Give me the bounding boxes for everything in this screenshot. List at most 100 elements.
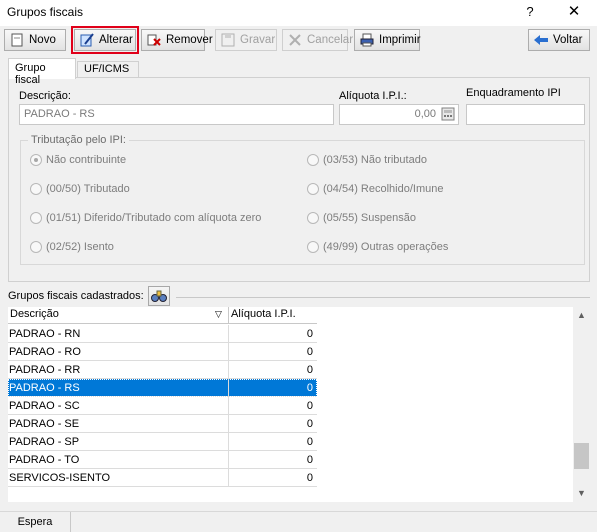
- descricao-field[interactable]: PADRAO - RS: [19, 104, 334, 125]
- radio-label: (03/53) Não tributado: [323, 154, 427, 166]
- lookup-button[interactable]: [148, 286, 170, 306]
- cell-aliquota: 0: [306, 436, 313, 448]
- novo-button[interactable]: Novo: [4, 29, 66, 51]
- tributacao-title: Tributação pelo IPI:: [28, 134, 129, 146]
- title-bar: Grupos fiscais ? ✕: [0, 0, 597, 26]
- status-text: Espera: [0, 512, 71, 532]
- back-arrow-icon: [533, 32, 549, 48]
- radio-label: (49/99) Outras operações: [323, 241, 449, 253]
- alterar-button[interactable]: Alterar: [71, 26, 139, 54]
- cell-aliquota: 0: [306, 400, 313, 412]
- gravar-button[interactable]: Gravar: [215, 29, 277, 51]
- header-separator: [228, 307, 229, 324]
- close-button[interactable]: ✕: [565, 3, 583, 21]
- scroll-thumb[interactable]: [574, 443, 589, 469]
- remover-button[interactable]: Remover: [141, 29, 213, 51]
- table-row[interactable]: PADRAO - SE 0: [8, 415, 317, 433]
- imprimir-label: Imprimir: [379, 34, 421, 46]
- cell-descricao: PADRAO - RN: [9, 328, 81, 340]
- help-button[interactable]: ?: [521, 3, 539, 21]
- radio-circle: [30, 241, 42, 253]
- header-aliquota[interactable]: Alíquota I.P.I.: [231, 308, 296, 320]
- save-icon: [220, 32, 236, 48]
- vertical-scrollbar[interactable]: ▲ ▼: [573, 307, 590, 502]
- radio-circle: [307, 183, 319, 195]
- cell-aliquota: 0: [306, 382, 313, 394]
- alterar-label: Alterar: [99, 34, 133, 46]
- status-bar: Espera: [0, 511, 597, 532]
- cell-descricao: SERVICOS-ISENTO: [9, 472, 111, 484]
- grupos-grid[interactable]: Descrição ▽ Alíquota I.P.I. PADRAO - RN 0…: [8, 307, 573, 502]
- radio-recolhido-imune[interactable]: (04/54) Recolhido/Imune: [307, 183, 443, 195]
- radio-circle: [30, 154, 42, 166]
- radio-label: (05/55) Suspensão: [323, 212, 416, 224]
- scroll-up-icon[interactable]: ▲: [573, 307, 590, 324]
- radio-diferido[interactable]: (01/51) Diferido/Tributado com alíquota …: [30, 212, 261, 224]
- cancel-icon: [287, 32, 303, 48]
- printer-icon: [359, 32, 375, 48]
- cell-descricao: PADRAO - RR: [9, 364, 81, 376]
- voltar-button[interactable]: Voltar: [528, 29, 590, 51]
- radio-nao-tributado[interactable]: (03/53) Não tributado: [307, 154, 427, 166]
- radio-label: (00/50) Tributado: [46, 183, 130, 195]
- table-row[interactable]: PADRAO - RO 0: [8, 343, 317, 361]
- radio-tributado[interactable]: (00/50) Tributado: [30, 183, 130, 195]
- imprimir-button[interactable]: Imprimir: [354, 29, 421, 51]
- radio-suspensao[interactable]: (05/55) Suspensão: [307, 212, 416, 224]
- radio-label: (02/52) Isento: [46, 241, 114, 253]
- table-row[interactable]: SERVICOS-ISENTO 0: [8, 469, 317, 487]
- table-row[interactable]: PADRAO - RS 0: [8, 379, 317, 397]
- header-descricao[interactable]: Descrição: [10, 308, 59, 320]
- cell-descricao: PADRAO - SE: [9, 418, 80, 430]
- cell-descricao: PADRAO - RO: [9, 346, 81, 358]
- enquadramento-label: Enquadramento IPI: [466, 87, 561, 99]
- remove-icon: [146, 32, 162, 48]
- voltar-label: Voltar: [553, 34, 583, 46]
- remover-label: Remover: [166, 34, 213, 46]
- cell-descricao: PADRAO - SP: [9, 436, 80, 448]
- radio-nao-contribuinte[interactable]: Não contribuinte: [30, 154, 126, 166]
- cell-aliquota: 0: [306, 328, 313, 340]
- radio-label: Não contribuinte: [46, 154, 127, 166]
- edit-icon: [79, 32, 95, 48]
- cell-descricao: PADRAO - SC: [9, 400, 80, 412]
- radio-circle: [30, 212, 42, 224]
- cell-aliquota: 0: [306, 454, 313, 466]
- cell-descricao: PADRAO - TO: [9, 454, 80, 466]
- descricao-label: Descrição:: [19, 90, 71, 102]
- table-row[interactable]: PADRAO - RN 0: [8, 325, 317, 343]
- cell-aliquota: 0: [306, 364, 313, 376]
- radio-label: (01/51) Diferido/Tributado com alíquota …: [46, 212, 262, 224]
- scroll-down-icon[interactable]: ▼: [573, 485, 590, 502]
- table-row[interactable]: PADRAO - SP 0: [8, 433, 317, 451]
- grid-header: Descrição ▽ Alíquota I.P.I.: [8, 307, 317, 324]
- enquadramento-field[interactable]: [466, 104, 585, 125]
- cell-descricao: PADRAO - RS: [9, 382, 80, 394]
- radio-circle: [307, 154, 319, 166]
- radio-circle: [307, 241, 319, 253]
- novo-label: Novo: [29, 34, 56, 46]
- radio-isento[interactable]: (02/52) Isento: [30, 241, 114, 253]
- calculator-icon[interactable]: [441, 107, 457, 123]
- section-divider: [176, 297, 590, 298]
- cancelar-label: Cancelar: [307, 34, 354, 46]
- radio-circle: [307, 212, 319, 224]
- cell-aliquota: 0: [306, 472, 313, 484]
- toolbar: Novo Alterar Remover Gravar Cancelar Imp…: [0, 26, 597, 54]
- radio-circle: [30, 183, 42, 195]
- binoculars-icon: [151, 290, 167, 302]
- gravar-label: Gravar: [240, 34, 276, 46]
- aliquota-label: Alíquota I.P.I.:: [339, 90, 407, 102]
- cell-aliquota: 0: [306, 346, 313, 358]
- cancelar-button[interactable]: Cancelar: [282, 29, 353, 51]
- table-row[interactable]: PADRAO - RR 0: [8, 361, 317, 379]
- sort-icon: ▽: [215, 309, 222, 319]
- table-row[interactable]: PADRAO - TO 0: [8, 451, 317, 469]
- radio-label: (04/54) Recolhido/Imune: [323, 183, 444, 195]
- table-row[interactable]: PADRAO - SC 0: [8, 397, 317, 415]
- new-document-icon: [9, 32, 25, 48]
- radio-outras-operacoes[interactable]: (49/99) Outras operações: [307, 241, 448, 253]
- tab-grupo-fiscal[interactable]: Grupo fiscal: [8, 58, 76, 86]
- cell-aliquota: 0: [306, 418, 313, 430]
- tab-uf-icms[interactable]: UF/ICMS: [77, 61, 139, 78]
